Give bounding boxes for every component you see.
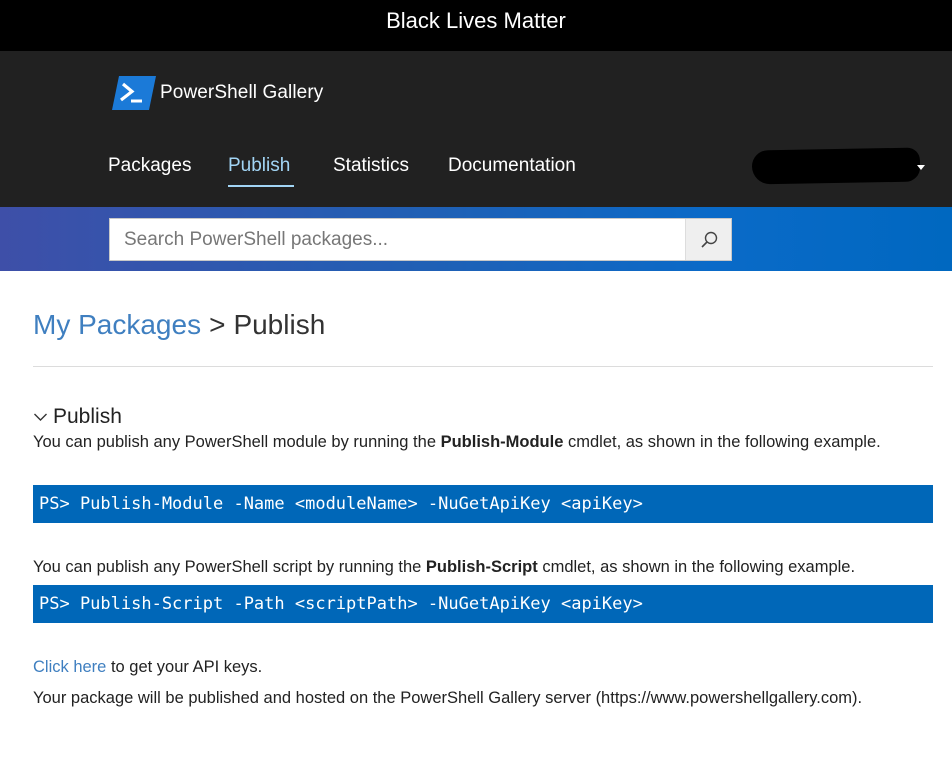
chevron-down-icon [34, 413, 47, 421]
module-code-sample: PS> Publish-Module -Name <moduleName> -N… [33, 485, 933, 523]
script-text-after: cmdlet, as shown in the following exampl… [537, 558, 856, 576]
nav-publish[interactable]: Publish [228, 155, 290, 177]
powershell-logo-icon [112, 76, 156, 110]
header-divider [33, 366, 933, 367]
banner-text: Black Lives Matter [386, 8, 566, 33]
nav-packages[interactable]: Packages [108, 155, 191, 177]
site-header: PowerShell Gallery Packages Publish Stat… [0, 51, 952, 207]
module-instructions: You can publish any PowerShell module by… [33, 430, 938, 455]
logo-text: PowerShell Gallery [160, 82, 324, 103]
nav-statistics[interactable]: Statistics [333, 155, 409, 177]
nav-documentation[interactable]: Documentation [448, 155, 576, 177]
search-button[interactable] [685, 219, 731, 260]
search-bar-band [0, 207, 952, 271]
announcement-banner: Black Lives Matter [0, 0, 952, 51]
breadcrumb: My Packages > Publish [33, 309, 325, 341]
module-text-before: You can publish any PowerShell module by… [33, 433, 441, 451]
hosting-info: Your package will be published and hoste… [33, 689, 863, 707]
publish-section-toggle[interactable]: Publish [33, 405, 122, 429]
script-code-sample: PS> Publish-Script -Path <scriptPath> -N… [33, 585, 933, 623]
user-menu-redacted[interactable] [751, 147, 921, 185]
script-text-before: You can publish any PowerShell script by… [33, 558, 426, 576]
breadcrumb-separator: > [209, 309, 226, 340]
breadcrumb-my-packages[interactable]: My Packages [33, 309, 201, 340]
search-box [109, 218, 732, 261]
caret-down-icon[interactable] [917, 165, 925, 170]
breadcrumb-current: Publish [233, 309, 326, 340]
module-cmdlet-name: Publish-Module [440, 433, 564, 451]
search-icon [700, 231, 717, 248]
api-keys-link[interactable]: Click here [33, 658, 106, 676]
section-title: Publish [53, 405, 122, 428]
search-input[interactable] [110, 219, 685, 260]
script-instructions: You can publish any PowerShell script by… [33, 555, 938, 580]
api-keys-text: to get your API keys. [106, 658, 263, 676]
api-keys-line: Click here to get your API keys. [33, 655, 938, 680]
script-cmdlet-name: Publish-Script [425, 558, 538, 576]
module-text-after: cmdlet, as shown in the following exampl… [563, 433, 881, 451]
logo[interactable]: PowerShell Gallery [112, 76, 323, 110]
nav-active-indicator [228, 185, 294, 187]
